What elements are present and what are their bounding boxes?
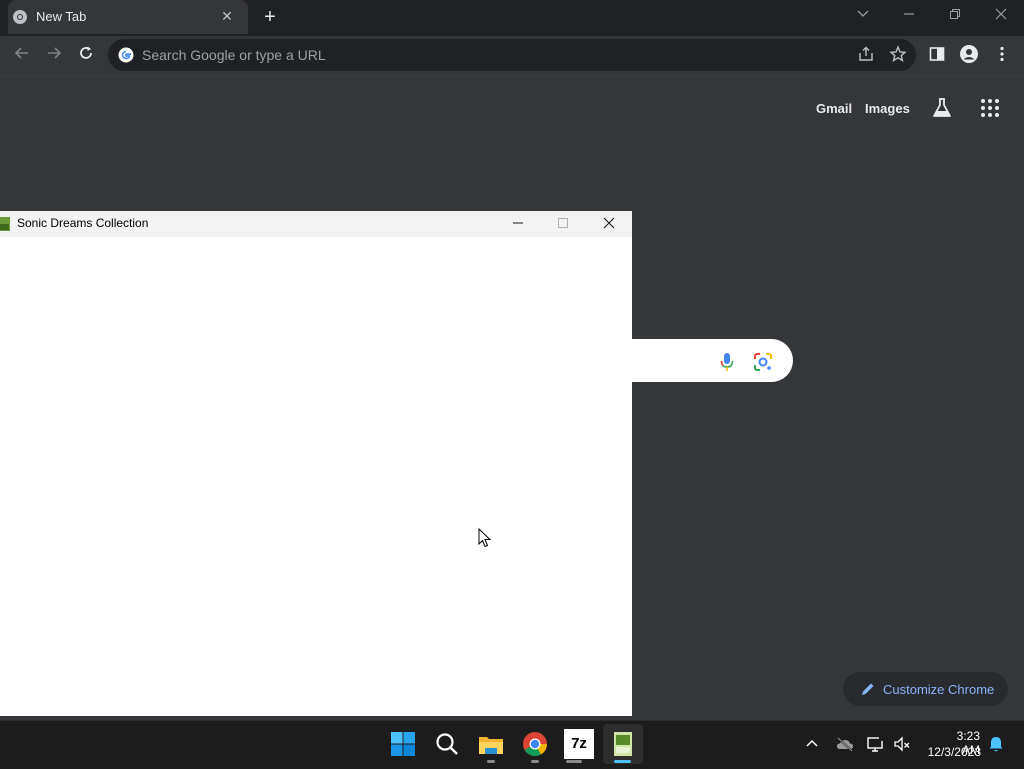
new-tab-button[interactable]: + xyxy=(258,5,282,29)
back-icon[interactable] xyxy=(10,44,34,68)
customize-chrome-label: Customize Chrome xyxy=(883,682,995,697)
labs-flask-icon[interactable] xyxy=(930,96,954,120)
pencil-icon xyxy=(862,683,874,695)
app-close-icon[interactable] xyxy=(594,213,624,235)
file-explorer-indicator xyxy=(487,760,495,763)
reload-icon[interactable] xyxy=(74,44,98,68)
chrome-favicon-icon xyxy=(13,10,27,24)
sonic-dreams-taskbar-icon[interactable] xyxy=(608,729,638,759)
tab-search-chevron-icon[interactable] xyxy=(851,4,875,28)
restore-icon[interactable] xyxy=(943,4,967,28)
file-explorer-icon[interactable] xyxy=(476,729,506,759)
images-link[interactable]: Images xyxy=(865,101,910,116)
gmail-link[interactable]: Gmail xyxy=(816,101,852,116)
google-apps-icon[interactable] xyxy=(978,96,1002,120)
seven-zip-icon[interactable]: 7z xyxy=(564,729,594,759)
sonic-dreams-indicator xyxy=(614,760,631,763)
app-window-title: Sonic Dreams Collection xyxy=(17,216,149,230)
chrome-indicator xyxy=(531,760,539,763)
mouse-cursor-icon xyxy=(478,528,492,548)
windows-start-icon[interactable] xyxy=(388,729,418,759)
seven-zip-indicator xyxy=(566,760,582,763)
show-hidden-icons-chevron-icon[interactable] xyxy=(803,735,821,753)
sonic-dreams-window[interactable] xyxy=(0,211,632,716)
forward-icon[interactable] xyxy=(42,44,66,68)
omnibox-placeholder: Search Google or type a URL xyxy=(142,47,326,63)
volume-muted-icon[interactable] xyxy=(892,734,912,754)
side-panel-icon[interactable] xyxy=(927,44,949,66)
close-icon[interactable] xyxy=(989,4,1013,28)
app-icon xyxy=(0,217,10,231)
tab-close-icon[interactable]: ✕ xyxy=(218,7,236,25)
google-g-icon xyxy=(118,47,134,63)
taskbar-search-icon[interactable] xyxy=(432,729,462,759)
notification-bell-icon[interactable] xyxy=(987,735,1005,753)
app-minimize-icon[interactable] xyxy=(503,213,533,235)
google-lens-icon[interactable] xyxy=(752,351,774,373)
more-menu-icon[interactable] xyxy=(992,44,1014,66)
network-icon[interactable] xyxy=(866,734,886,754)
minimize-icon[interactable] xyxy=(897,4,921,28)
voice-search-mic-icon[interactable] xyxy=(718,351,736,373)
clock-date[interactable]: 12/3/2023 xyxy=(924,745,981,759)
chrome-icon[interactable] xyxy=(520,729,550,759)
onedrive-icon[interactable] xyxy=(835,734,855,754)
bookmark-star-icon[interactable] xyxy=(888,44,910,66)
tab-title: New Tab xyxy=(36,9,87,24)
profile-icon[interactable] xyxy=(959,44,981,66)
app-maximize-icon[interactable] xyxy=(548,213,578,235)
share-icon[interactable] xyxy=(856,44,878,66)
